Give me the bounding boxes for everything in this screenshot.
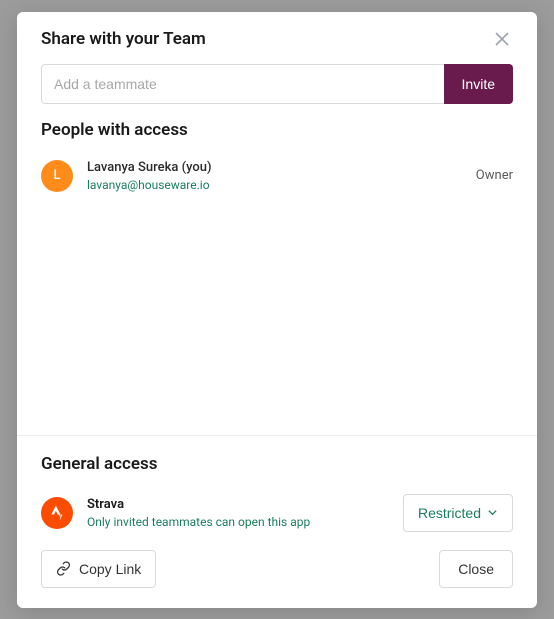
spacer	[17, 198, 537, 435]
access-level-dropdown[interactable]: Restricted	[403, 494, 513, 532]
chevron-down-icon	[487, 507, 498, 518]
app-row: Strava Only invited teammates can open t…	[17, 488, 537, 550]
invite-row: Invite	[17, 64, 537, 120]
person-name: Lavanya Sureka (you)	[87, 160, 462, 175]
modal-title: Share with your Team	[41, 29, 206, 49]
invite-button[interactable]: Invite	[444, 64, 513, 104]
copy-link-button[interactable]: Copy Link	[41, 550, 156, 588]
strava-icon	[41, 497, 73, 529]
general-access-title: General access	[17, 454, 537, 488]
person-row: L Lavanya Sureka (you) lavanya@houseware…	[17, 154, 537, 198]
person-role: Owner	[476, 168, 513, 183]
access-level-label: Restricted	[418, 505, 481, 521]
copy-link-label: Copy Link	[79, 561, 141, 577]
close-icon	[495, 32, 509, 46]
link-icon	[56, 561, 71, 576]
modal-header: Share with your Team	[17, 12, 537, 64]
close-button[interactable]	[491, 28, 513, 50]
person-info: Lavanya Sureka (you) lavanya@houseware.i…	[87, 160, 462, 192]
close-footer-button[interactable]: Close	[439, 550, 513, 588]
strava-logo-icon	[48, 504, 66, 522]
modal-footer: Copy Link Close	[17, 550, 537, 608]
general-access-section: General access Strava Only invited teamm…	[17, 436, 537, 608]
person-email: lavanya@houseware.io	[87, 178, 462, 192]
app-info: Strava Only invited teammates can open t…	[87, 497, 389, 529]
people-section-title: People with access	[17, 120, 537, 154]
share-modal: Share with your Team Invite People with …	[17, 12, 537, 608]
app-name: Strava	[87, 497, 389, 512]
avatar: L	[41, 160, 73, 192]
add-teammate-input[interactable]	[41, 64, 444, 104]
app-description: Only invited teammates can open this app	[87, 515, 389, 529]
